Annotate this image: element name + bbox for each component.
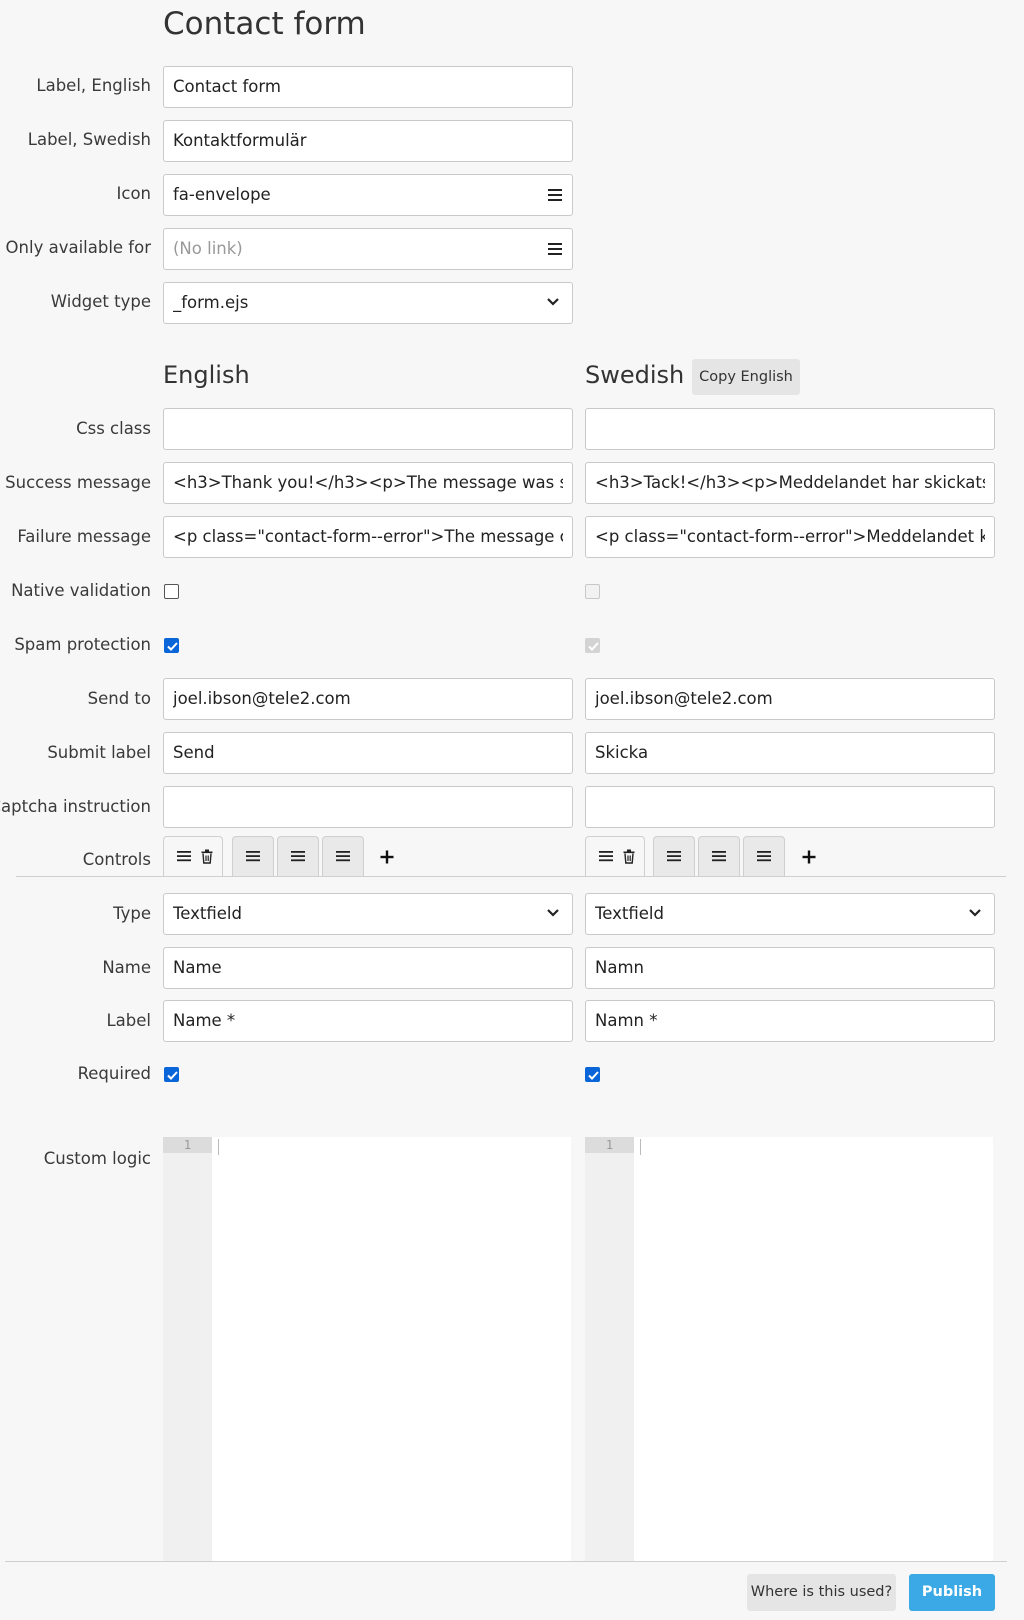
required-english-checkbox[interactable] <box>164 1067 179 1082</box>
icon-label: Icon <box>116 184 152 203</box>
hamburger-icon[interactable] <box>547 188 563 202</box>
hamburger-icon[interactable] <box>547 242 563 256</box>
chevron-down-icon <box>547 909 559 917</box>
control-label-swedish-input[interactable]: Namn * <box>585 1000 995 1042</box>
submit-label-label: Submit label <box>47 743 151 762</box>
editor-cursor <box>640 1139 641 1155</box>
only-available-for-picker[interactable]: (No link) <box>163 228 573 270</box>
failure-message-english-input[interactable]: <p class="contact-form--error">The messa… <box>163 516 573 558</box>
success-message-english-input[interactable]: <h3>Thank you!</h3><p>The message was su… <box>163 462 573 504</box>
hamburger-icon <box>757 851 771 862</box>
control-required-label: Required <box>77 1064 151 1083</box>
control-tab-swedish-4[interactable] <box>743 836 785 877</box>
hamburger-icon <box>177 851 191 862</box>
control-tab-english-1[interactable] <box>163 836 223 877</box>
captcha-instruction-swedish-input[interactable] <box>585 786 995 828</box>
send-to-english-input[interactable]: joel.ibson@tele2.com <box>163 678 573 720</box>
custom-logic-label: Custom logic <box>43 1149 151 1168</box>
checkmark-icon <box>167 1071 178 1080</box>
publish-button[interactable]: Publish <box>909 1574 995 1611</box>
chevron-down-icon <box>547 298 559 306</box>
swedish-heading: Swedish <box>585 361 685 389</box>
send-to-label: Send to <box>87 689 151 708</box>
label-english-label: Label, English <box>36 76 151 95</box>
css-class-swedish-input[interactable] <box>585 408 995 450</box>
chevron-down-icon <box>969 909 981 917</box>
captcha-instruction-english-input[interactable] <box>163 786 573 828</box>
control-tab-swedish-1[interactable] <box>585 836 645 877</box>
required-swedish-checkbox[interactable] <box>585 1067 600 1082</box>
where-used-button[interactable]: Where is this used? <box>747 1574 896 1611</box>
controls-label: Controls <box>82 850 151 869</box>
css-class-label: Css class <box>76 419 151 438</box>
line-number: 1 <box>163 1137 212 1153</box>
plus-icon[interactable] <box>802 850 816 864</box>
control-name-label: Name <box>102 958 151 977</box>
hamburger-icon <box>291 851 305 862</box>
only-available-for-label: Only available for <box>5 238 151 257</box>
widget-type-select[interactable]: _form.ejs <box>163 282 573 324</box>
label-english-input[interactable]: Contact form <box>163 66 573 108</box>
hamburger-icon <box>667 851 681 862</box>
hamburger-icon <box>712 851 726 862</box>
submit-label-swedish-input[interactable]: Skicka <box>585 732 995 774</box>
trash-icon[interactable] <box>622 849 636 864</box>
native-validation-label: Native validation <box>11 581 151 600</box>
control-label-english-input[interactable]: Name * <box>163 1000 573 1042</box>
label-swedish-label: Label, Swedish <box>27 130 151 149</box>
editor-cursor <box>218 1139 219 1155</box>
control-type-label: Type <box>113 904 151 923</box>
native-validation-swedish-checkbox <box>585 584 600 599</box>
control-tab-english-4[interactable] <box>322 836 364 877</box>
widget-type-label: Widget type <box>50 292 151 311</box>
control-tab-english-2[interactable] <box>232 836 274 877</box>
custom-logic-english-editor[interactable]: 1 <box>163 1137 571 1561</box>
checkmark-icon <box>588 642 599 651</box>
control-tab-english-3[interactable] <box>277 836 319 877</box>
hamburger-icon <box>599 851 613 862</box>
success-message-label: Success message <box>5 473 151 492</box>
captcha-instruction-label: Captcha instruction <box>0 797 151 816</box>
checkmark-icon <box>588 1071 599 1080</box>
english-heading: English <box>163 361 250 389</box>
controls-divider <box>16 876 1006 877</box>
label-swedish-input[interactable]: Kontaktformulär <box>163 120 573 162</box>
control-type-swedish-select[interactable]: Textfield <box>585 893 995 935</box>
custom-logic-swedish-editor[interactable]: 1 <box>585 1137 993 1561</box>
control-type-english-select[interactable]: Textfield <box>163 893 573 935</box>
css-class-english-input[interactable] <box>163 408 573 450</box>
line-number: 1 <box>585 1137 634 1153</box>
hamburger-icon <box>336 851 350 862</box>
page-title: Contact form <box>163 6 366 42</box>
spam-protection-swedish-checkbox <box>585 638 600 653</box>
plus-icon[interactable] <box>380 850 394 864</box>
native-validation-english-checkbox[interactable] <box>164 584 179 599</box>
hamburger-icon <box>246 851 260 862</box>
success-message-swedish-input[interactable]: <h3>Tack!</h3><p>Meddelandet har skickat… <box>585 462 995 504</box>
spam-protection-english-checkbox[interactable] <box>164 638 179 653</box>
control-tab-swedish-3[interactable] <box>698 836 740 877</box>
control-name-swedish-input[interactable]: Namn <box>585 947 995 989</box>
icon-picker[interactable]: fa-envelope <box>163 174 573 216</box>
footer-divider <box>5 1561 1007 1562</box>
checkmark-icon <box>167 642 178 651</box>
failure-message-label: Failure message <box>17 527 151 546</box>
control-name-english-input[interactable]: Name <box>163 947 573 989</box>
send-to-swedish-input[interactable]: joel.ibson@tele2.com <box>585 678 995 720</box>
editor-gutter <box>163 1137 212 1561</box>
editor-gutter <box>585 1137 634 1561</box>
submit-label-english-input[interactable]: Send <box>163 732 573 774</box>
control-label-label: Label <box>106 1011 151 1030</box>
control-tab-swedish-2[interactable] <box>653 836 695 877</box>
trash-icon[interactable] <box>200 849 214 864</box>
spam-protection-label: Spam protection <box>14 635 151 654</box>
failure-message-swedish-input[interactable]: <p class="contact-form--error">Meddeland… <box>585 516 995 558</box>
copy-english-button[interactable]: Copy English <box>692 359 800 395</box>
